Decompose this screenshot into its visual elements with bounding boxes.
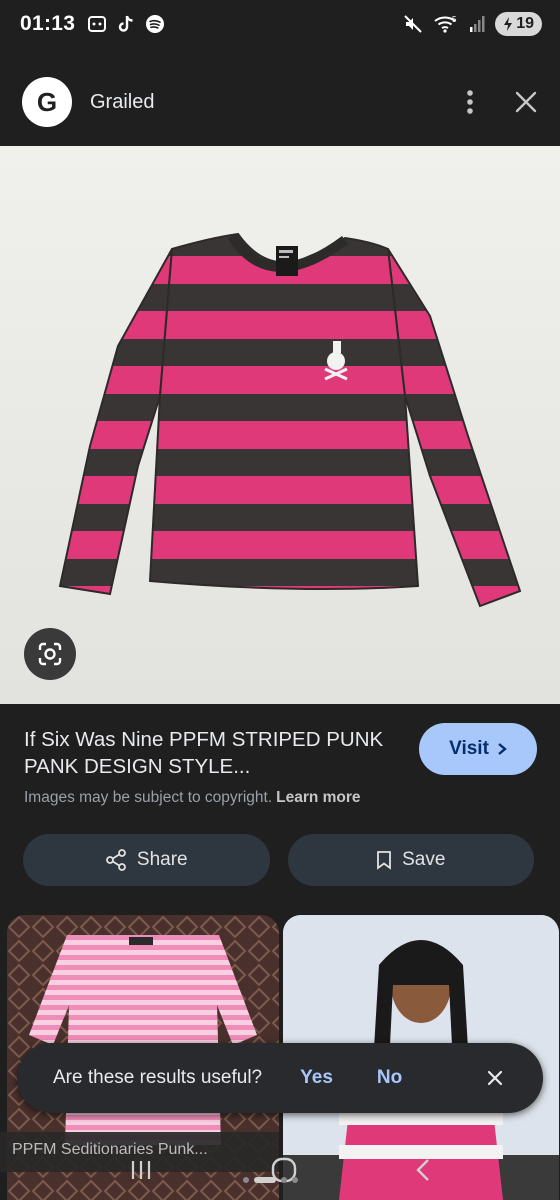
page-dot [292, 1177, 298, 1183]
page-indicator [243, 1177, 298, 1183]
feedback-no-button[interactable]: No [377, 1067, 402, 1089]
share-button[interactable]: Share [23, 834, 270, 886]
save-label: Save [402, 849, 446, 870]
battery-level: 19 [516, 15, 534, 32]
system-nav-bar [0, 1140, 560, 1200]
back-icon[interactable] [415, 1158, 431, 1182]
copyright-notice: Images may be subject to copyright. Learn… [24, 789, 361, 807]
header-actions [466, 89, 538, 115]
share-icon [105, 849, 126, 871]
system-icons: 5 19 [403, 12, 542, 36]
striped-shirt-illustration [0, 146, 560, 704]
recent-apps-icon[interactable] [129, 1159, 153, 1181]
spotify-icon [146, 15, 165, 33]
copyright-text: Images may be subject to copyright. [24, 789, 273, 806]
learn-more-link[interactable]: Learn more [276, 789, 360, 806]
lens-icon [38, 642, 62, 666]
feedback-question: Are these results useful? [53, 1067, 263, 1088]
more-options-icon[interactable] [466, 89, 474, 115]
feedback-snackbar: Are these results useful? Yes No [17, 1043, 543, 1113]
bookmark-icon [377, 851, 391, 870]
action-row: Share Save [23, 834, 534, 886]
battery-indicator: 19 [495, 12, 542, 36]
page-dot [281, 1177, 287, 1183]
source-logo[interactable]: G [22, 77, 72, 127]
charging-icon [504, 17, 513, 31]
save-button[interactable]: Save [287, 834, 534, 886]
source-header: G Grailed [0, 60, 560, 144]
wifi-icon: 5 [434, 15, 457, 33]
google-lens-button[interactable] [24, 628, 76, 680]
mute-icon [404, 15, 422, 33]
tiktok-icon [119, 15, 133, 32]
signal-icon [470, 16, 485, 32]
source-name[interactable]: Grailed [90, 91, 154, 114]
visit-label: Visit [449, 738, 489, 759]
logo-letter: G [36, 86, 58, 117]
notification-icons [87, 14, 165, 34]
product-image[interactable] [0, 146, 560, 704]
product-title[interactable]: If Six Was Nine PPFM STRIPED PUNK PANK D… [24, 726, 384, 780]
feedback-yes-button[interactable]: Yes [300, 1067, 333, 1089]
feedback-close-button[interactable] [487, 1070, 503, 1086]
status-bar: 01:13 5 19 [0, 0, 560, 48]
visit-button[interactable]: Visit [419, 723, 537, 775]
share-label: Share [136, 849, 188, 870]
page-dot-active [254, 1177, 276, 1183]
close-icon [487, 1070, 503, 1086]
chevron-right-icon [498, 743, 507, 755]
close-icon[interactable] [514, 90, 538, 114]
status-time: 01:13 [20, 12, 76, 35]
screenshot-icon [88, 16, 107, 32]
network-type: 5 [452, 15, 457, 24]
page-dot [243, 1177, 249, 1183]
